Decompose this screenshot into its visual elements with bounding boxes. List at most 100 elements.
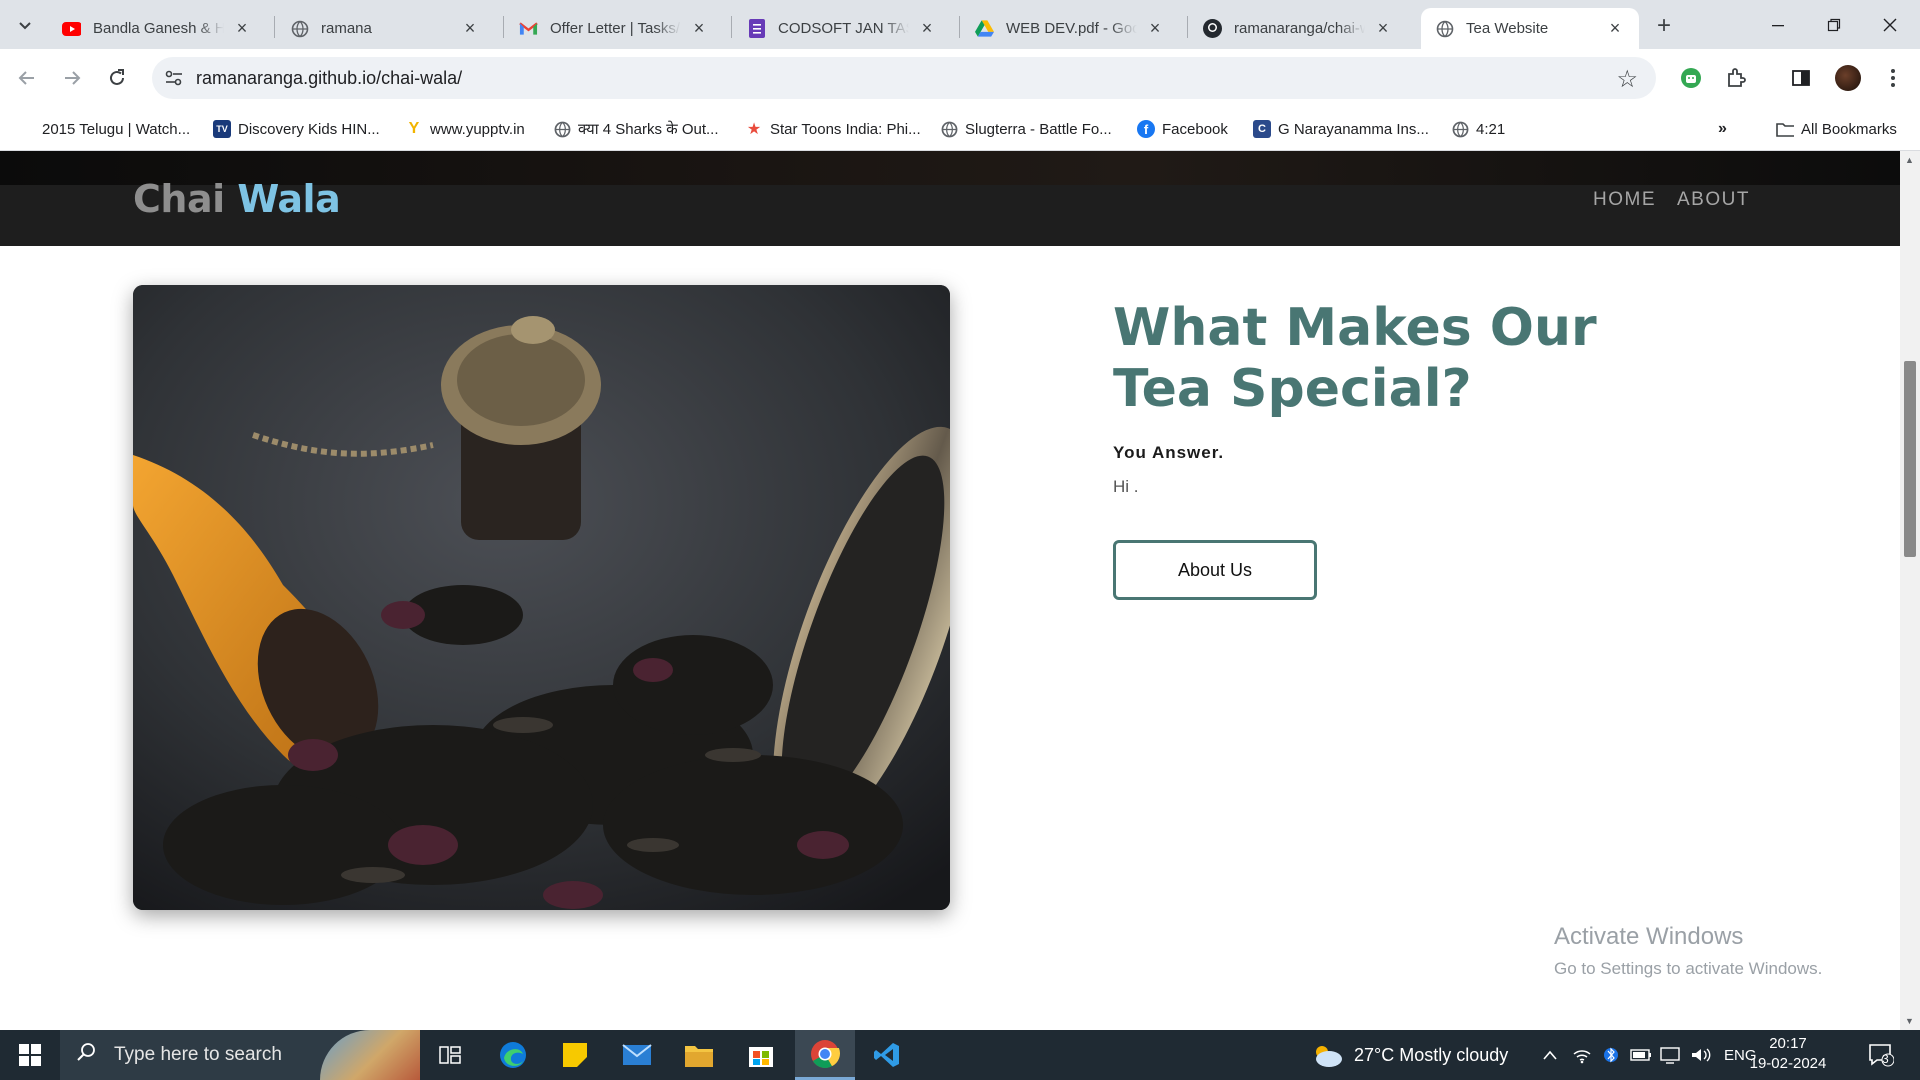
about-us-button[interactable]: About Us [1113,540,1317,600]
taskbar-clock[interactable]: 20:17 19-02-2024 [1748,1034,1828,1074]
bookmark-label: Slugterra - Battle Fo... [965,120,1112,138]
taskbar-search-box[interactable]: Type here to search [60,1030,420,1080]
edge-app[interactable] [485,1030,541,1080]
mail-app[interactable] [609,1030,665,1080]
close-icon[interactable]: × [1605,18,1625,39]
bluetooth-icon[interactable] [1604,1030,1618,1080]
notification-icon [1869,1044,1894,1067]
store-app[interactable] [733,1030,789,1080]
back-button[interactable] [12,63,42,93]
battery-icon[interactable] [1630,1030,1652,1080]
bookmark-item[interactable]: 4:21 [1451,118,1505,140]
edge-icon [500,1042,526,1068]
close-icon[interactable]: × [917,18,937,39]
address-bar[interactable]: ramanaranga.github.io/chai-wala/ ☆ [152,57,1656,99]
volume-icon[interactable] [1690,1030,1712,1080]
close-icon[interactable]: × [460,18,480,39]
bookmark-item[interactable]: f Facebook [1137,118,1228,140]
bookmark-star-icon[interactable]: ☆ [1616,65,1638,94]
reload-icon [110,69,124,85]
page-scrollbar[interactable]: ▲ ▼ [1900,151,1920,1030]
task-view-icon [439,1046,461,1064]
mail-icon [622,1044,652,1065]
folder-icon [1776,120,1794,138]
bookmark-label: क्या 4 Sharks के Out... [578,121,719,138]
minimize-icon [1772,24,1784,26]
close-icon[interactable]: × [689,18,709,39]
bookmark-label: Discovery Kids HIN... [238,120,380,138]
tab-ramana[interactable]: ramana × [276,8,494,49]
tab-drive[interactable]: WEB DEV.pdf - Goog × [961,8,1179,49]
forward-button[interactable] [57,63,87,93]
bookmarks-overflow-icon[interactable]: » [1718,118,1727,140]
sticky-notes-app[interactable] [547,1030,603,1080]
tab-search-button[interactable] [10,10,40,40]
scroll-up-icon[interactable]: ▲ [1905,155,1914,165]
close-icon[interactable]: × [1145,18,1165,39]
scroll-down-icon[interactable]: ▼ [1905,1016,1914,1026]
bookmark-item[interactable]: C G Narayanamma Ins... [1253,118,1429,140]
weather-widget[interactable]: 27°C Mostly cloudy [1310,1030,1508,1080]
vscode-icon [874,1043,899,1067]
tab-title: Tea Website [1466,20,1549,37]
network-icon[interactable] [1572,1030,1592,1080]
bookmark-label: www.yupptv.in [430,120,525,138]
windows-icon [19,1044,41,1066]
globe-icon [940,120,958,138]
site-header: Chai Wala HOME ABOUT [0,151,1900,246]
restore-button[interactable] [1806,0,1862,49]
vscode-app[interactable] [859,1030,915,1080]
tv-icon: TV [213,120,231,138]
close-icon[interactable]: × [1373,18,1393,39]
task-view-button[interactable] [422,1030,478,1080]
globe-icon [553,120,571,138]
bookmarks-bar: 2015 Telugu | Watch... TV Discovery Kids… [0,108,1920,151]
chrome-app[interactable] [795,1030,855,1080]
section-body: Hi . [1113,477,1139,496]
new-tab-button[interactable]: + [1650,12,1678,40]
section-title: What Makes Our Tea Special? [1113,298,1597,419]
site-logo[interactable]: Chai Wala [133,177,341,221]
profile-avatar[interactable] [1833,63,1863,93]
activate-windows-watermark: Activate Windows Go to Settings to activ… [1554,923,1822,979]
tab-gmail[interactable]: Offer Letter | Tasks/P × [505,8,723,49]
bookmark-item[interactable]: क्या 4 Sharks के Out... [553,118,719,140]
show-hidden-icons[interactable] [1542,1030,1558,1080]
side-panel-icon[interactable] [1786,63,1816,93]
bookmark-item[interactable]: TV Discovery Kids HIN... [213,118,380,140]
tab-tea-website[interactable]: Tea Website × [1421,8,1639,49]
extensions-puzzle-icon[interactable] [1721,63,1751,93]
display-icon[interactable] [1660,1030,1680,1080]
tab-youtube[interactable]: Bandla Ganesh & His × [48,8,266,49]
bookmark-item[interactable]: ★ Star Toons India: Phi... [745,118,921,140]
bookmark-label: G Narayanamma Ins... [1278,120,1429,138]
close-icon[interactable]: × [232,18,252,39]
start-button[interactable] [0,1030,60,1080]
tab-separator [731,16,732,38]
weather-text: 27°C Mostly cloudy [1354,1044,1509,1065]
brand-second: Wala [237,177,341,221]
tab-github[interactable]: ramanaranga/chai-w × [1189,8,1407,49]
notification-center-button[interactable]: 3 [1866,1040,1896,1070]
nav-about[interactable]: ABOUT [1677,189,1750,211]
bookmark-item[interactable]: Slugterra - Battle Fo... [940,118,1112,140]
all-bookmarks-button[interactable]: All Bookmarks [1776,118,1897,140]
reload-button[interactable] [102,63,132,93]
extension-android-icon[interactable] [1676,63,1706,93]
scroll-thumb[interactable] [1904,361,1916,557]
nav-home[interactable]: HOME [1593,189,1656,211]
tab-forms[interactable]: CODSOFT JAN TASK × [733,8,951,49]
close-window-button[interactable] [1862,0,1918,49]
all-bookmarks-label: All Bookmarks [1801,120,1897,138]
section-subtitle: You Answer. [1113,443,1225,462]
forms-icon [747,19,766,38]
file-explorer-app[interactable] [671,1030,727,1080]
bookmark-item[interactable]: 2015 Telugu | Watch... [42,118,190,140]
url-text[interactable]: ramanaranga.github.io/chai-wala/ [196,68,462,89]
minimize-button[interactable] [1750,0,1806,49]
browser-menu-button[interactable] [1878,63,1908,93]
bookmark-item[interactable]: Y www.yupptv.in [405,118,525,140]
browser-tab-strip: Bandla Ganesh & His × ramana × Offer Let… [0,0,1920,49]
site-settings-icon[interactable] [164,68,184,88]
youtube-icon [62,19,81,38]
